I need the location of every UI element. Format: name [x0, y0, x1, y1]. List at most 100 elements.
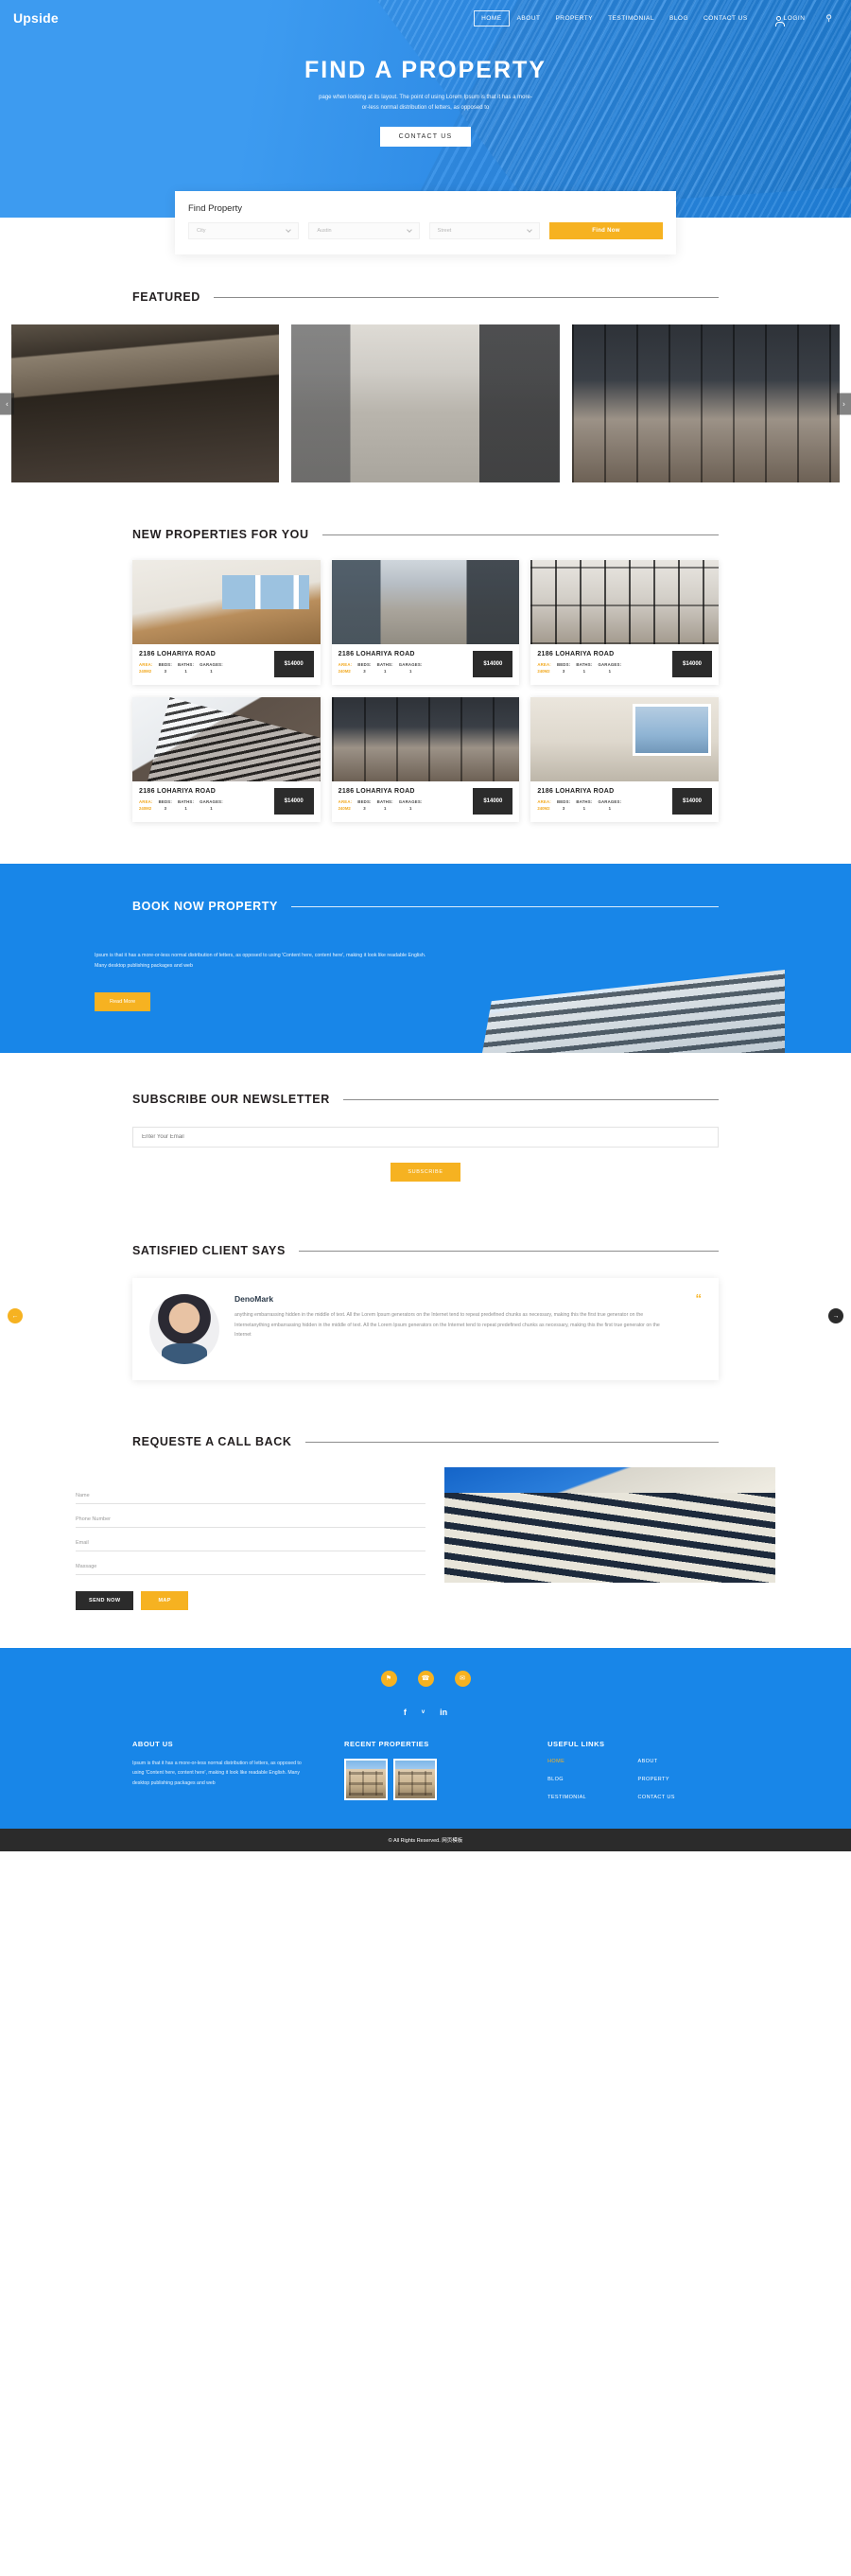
property-card-body: 2186 LOHARIYA ROAD AREA: 240M2 BEDS: 3 BATHS:… — [332, 781, 520, 822]
phone-icon[interactable]: ☎ — [417, 1670, 434, 1687]
city-select[interactable]: City — [188, 222, 300, 239]
nav-item-blog[interactable]: BLOG — [662, 10, 696, 26]
footer-recent-thumb-2[interactable] — [393, 1758, 438, 1800]
property-area: AREA: 240M2 — [537, 662, 551, 674]
location-pin-icon[interactable]: ⚑ — [380, 1670, 397, 1687]
chevron-down-icon — [286, 227, 292, 233]
property-card[interactable]: 2186 LOHARIYA ROAD AREA: 240M2 BEDS: 3 BATHS:… — [530, 560, 719, 685]
twitter-icon[interactable]: ᵛ — [422, 1708, 425, 1717]
testimonial-heading: SATISFIED CLIENT SAYS — [132, 1244, 286, 1258]
site-logo[interactable]: Upside — [13, 10, 59, 26]
property-baths-label: BATHS: — [576, 662, 593, 667]
footer-about-heading: ABOUT US — [132, 1739, 174, 1748]
footer-link-property[interactable]: PROPERTY — [638, 1777, 719, 1782]
nav-links: HOME ABOUT PROPERTY TESTIMONIAL BLOG CONTACT … — [474, 9, 755, 26]
property-card[interactable]: 2186 LOHARIYA ROAD AREA: 240M2 BEDS: 3 BATHS:… — [331, 560, 520, 685]
footer-link-home[interactable]: HOME — [547, 1759, 628, 1764]
heading-rule — [298, 1250, 719, 1252]
property-title: 2186 LOHARIYA ROAD — [139, 651, 217, 657]
footer-link-blog[interactable]: BLOG — [547, 1777, 628, 1782]
testimonial-next-button[interactable]: → — [828, 1308, 843, 1324]
heading-rule — [321, 534, 719, 535]
login-button[interactable]: LOGIN — [769, 10, 813, 26]
name-field[interactable] — [76, 1488, 426, 1504]
subscribe-button[interactable]: SUBSCRIBE — [391, 1163, 460, 1183]
nav-item-testimonial[interactable]: TESTIMONIAL — [600, 10, 662, 26]
featured-slide-3[interactable] — [571, 324, 841, 482]
property-area-label: AREA: — [139, 662, 153, 667]
property-title: 2186 LOHARIYA ROAD — [537, 651, 615, 657]
send-now-button[interactable]: SEND NOW — [76, 1590, 134, 1610]
property-area: AREA: 240M2 — [139, 662, 153, 674]
property-beds-value: 3 — [562, 806, 565, 811]
property-beds-value: 3 — [562, 669, 565, 674]
facebook-icon[interactable]: f — [404, 1708, 407, 1717]
featured-carousel: ‹ › — [0, 324, 851, 482]
envelope-icon[interactable]: ✉ — [454, 1670, 471, 1687]
property-card[interactable]: 2186 LOHARIYA ROAD AREA: 240M2 BEDS: 3 BATHS:… — [132, 697, 321, 822]
property-thumbnail — [530, 697, 719, 781]
property-card-body: 2186 LOHARIYA ROAD AREA: 240M2 BEDS: 3 BATHS:… — [132, 644, 321, 685]
newsletter-email-input[interactable] — [132, 1127, 719, 1148]
find-property-box: Find Property City Austin Street Find No… — [175, 191, 676, 254]
property-beds-label: BEDS: — [556, 662, 571, 667]
street-select[interactable]: Street — [428, 222, 540, 239]
footer-recent-thumb-1[interactable] — [344, 1758, 389, 1800]
property-meta: AREA: 240M2 BEDS: 3 BATHS: 1 GARAGES: 1 — [537, 799, 669, 811]
footer-link-testimonial[interactable]: TESTIMONIAL — [547, 1795, 628, 1800]
carousel-prev-button[interactable]: ‹ — [0, 393, 14, 414]
property-baths-label: BATHS: — [576, 799, 593, 804]
property-beds-label: BEDS: — [158, 799, 172, 804]
phone-field[interactable] — [76, 1512, 426, 1528]
property-garages: GARAGES: 1 — [598, 662, 621, 674]
property-card[interactable]: 2186 LOHARIYA ROAD AREA: 240M2 BEDS: 3 BATHS:… — [331, 697, 520, 822]
property-beds: BEDS: 3 — [357, 662, 371, 674]
property-card-body: 2186 LOHARIYA ROAD AREA: 240M2 BEDS: 3 BATHS:… — [530, 644, 719, 685]
featured-slide-2[interactable] — [291, 324, 560, 482]
read-more-button[interactable]: Read More — [95, 992, 151, 1012]
footer-link-contact-us[interactable]: CONTACT US — [638, 1795, 719, 1800]
footer-link-about[interactable]: ABOUT — [638, 1759, 719, 1764]
hero-subtitle: page when looking at its layout. The poi… — [0, 93, 851, 114]
property-card[interactable]: 2186 LOHARIYA ROAD AREA: 240M2 BEDS: 3 BATHS:… — [530, 697, 719, 822]
hero-contact-button[interactable]: CONTACT US — [379, 126, 472, 147]
featured-heading: FEATURED — [132, 290, 200, 304]
hero-title: FIND A PROPERTY — [304, 57, 547, 83]
nav-item-property[interactable]: PROPERTY — [547, 10, 600, 26]
login-label: LOGIN — [783, 14, 806, 22]
property-price: $14000 — [672, 651, 712, 677]
property-baths-label: BATHS: — [177, 662, 195, 667]
footer-useful-heading: USEFUL LINKS — [547, 1739, 605, 1748]
user-icon — [775, 15, 786, 26]
heading-rule — [213, 296, 719, 298]
property-meta: AREA: 240M2 BEDS: 3 BATHS: 1 GARAGES: 1 — [139, 799, 270, 811]
hero-body: FIND A PROPERTY page when looking at its… — [0, 36, 851, 147]
property-info: 2186 LOHARIYA ROAD AREA: 240M2 BEDS: 3 BATHS:… — [537, 788, 669, 811]
message-field[interactable] — [76, 1559, 426, 1575]
chevron-down-icon — [406, 227, 412, 233]
email-field[interactable] — [76, 1535, 426, 1551]
page-root: Upside HOME ABOUT PROPERTY TESTIMONIAL BLOG C… — [0, 0, 851, 1851]
property-title: 2186 LOHARIYA ROAD — [338, 788, 415, 795]
find-now-button[interactable]: Find Now — [548, 222, 663, 239]
site-footer: ⚑ ☎ ✉ f ᵛ in ABOUT US Ipsum is that it has a… — [0, 1647, 851, 1829]
linkedin-icon[interactable]: in — [440, 1708, 447, 1717]
featured-slide-1[interactable] — [11, 324, 280, 482]
book-now-section: BOOK NOW PROPERTY Ipsum is that it has a… — [0, 864, 851, 1054]
map-button[interactable]: MAP — [141, 1590, 188, 1610]
search-icon[interactable]: ⚲ — [818, 9, 840, 28]
nav-item-home[interactable]: HOME — [474, 9, 510, 26]
property-info: 2186 LOHARIYA ROAD AREA: 240M2 BEDS: 3 BATHS:… — [139, 788, 270, 811]
testimonial-prev-button[interactable]: ← — [8, 1308, 23, 1324]
carousel-next-button[interactable]: › — [837, 393, 851, 414]
property-card[interactable]: 2186 LOHARIYA ROAD AREA: 240M2 BEDS: 3 BATHS:… — [132, 560, 321, 685]
hero-subtitle-line-2: or-less normal distribution of letters, … — [361, 105, 490, 112]
property-baths-value: 1 — [184, 806, 187, 811]
nav-item-about[interactable]: ABOUT — [510, 10, 548, 26]
nav-item-contact-us[interactable]: CONTACT US — [696, 10, 755, 26]
property-beds-label: BEDS: — [357, 799, 372, 804]
property-info: 2186 LOHARIYA ROAD AREA: 240M2 BEDS: 3 BATHS:… — [139, 651, 270, 674]
area-select[interactable]: Austin — [308, 222, 420, 239]
new-properties-heading-row: NEW PROPERTIES FOR YOU — [132, 528, 719, 541]
property-beds-value: 3 — [164, 669, 166, 674]
